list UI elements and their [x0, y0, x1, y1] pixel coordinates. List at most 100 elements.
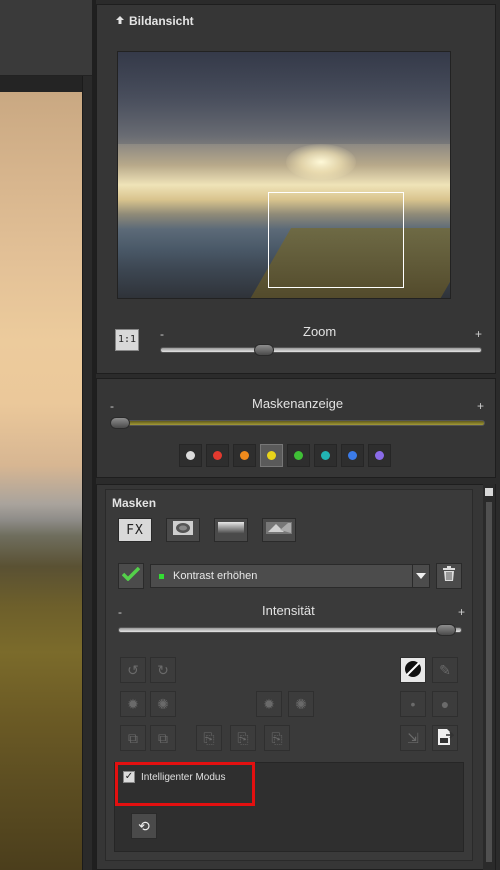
- mask-display-slider-thumb[interactable]: [110, 417, 130, 429]
- mask-color-white-button[interactable]: [179, 444, 202, 467]
- mask-display-minus: -: [110, 399, 114, 413]
- canvas-border: [82, 76, 92, 870]
- undo-button[interactable]: ↺: [120, 657, 146, 683]
- trash-icon: [441, 565, 457, 587]
- effect-select-dropdown[interactable]: [412, 564, 430, 588]
- preview-panel-title[interactable]: Bildansicht: [115, 14, 194, 28]
- scroll-thumb[interactable]: [486, 502, 492, 862]
- undo-icon: ↺: [127, 661, 139, 678]
- brush-icon: ✎: [439, 661, 451, 678]
- mask-display-slider-track[interactable]: [110, 420, 485, 426]
- brush-mask-button[interactable]: [262, 518, 296, 542]
- sun-soft-icon: ✺: [295, 695, 307, 712]
- mask-color-selector: [179, 444, 391, 468]
- thumbnail-sun: [286, 144, 356, 180]
- gradient-mask-icon: [218, 520, 244, 541]
- redo-button[interactable]: ↻: [150, 657, 176, 683]
- zoom-label: Zoom: [303, 324, 337, 339]
- mask-color-red-button[interactable]: [206, 444, 229, 467]
- mask-display-label: Maskenanzeige: [252, 396, 344, 411]
- brush-mask-icon: [266, 520, 292, 541]
- feather-increase-button[interactable]: ✺: [288, 691, 314, 717]
- invert-icon: [404, 660, 422, 681]
- highlight-frame: [115, 762, 255, 806]
- preview-panel: Bildansicht 1:1 - Zoom +: [96, 4, 496, 374]
- mask-load-button[interactable]: ⎘: [196, 725, 222, 751]
- sun-small-icon: ✹: [127, 695, 139, 712]
- mask-color-orange-button[interactable]: [233, 444, 256, 467]
- mask-color-green-button[interactable]: [287, 444, 310, 467]
- mask-color-teal-button[interactable]: [314, 444, 337, 467]
- zoom-slider-thumb[interactable]: [253, 344, 274, 356]
- radial-mask-icon: [172, 520, 194, 541]
- panel-scrollbar[interactable]: [483, 484, 495, 870]
- mask-import-button[interactable]: ⇲: [400, 725, 426, 751]
- feather-decrease-button[interactable]: ✹: [256, 691, 282, 717]
- brush-size-small-button[interactable]: •: [400, 691, 426, 717]
- mask-color-yellow-button[interactable]: [260, 444, 283, 467]
- zoom-1-to-1-button[interactable]: 1:1: [115, 329, 139, 351]
- mask-color-purple-button[interactable]: [368, 444, 391, 467]
- zoom-slider-track[interactable]: [160, 347, 482, 353]
- color-dot-icon: [240, 451, 249, 460]
- main-image-canvas[interactable]: [0, 92, 82, 870]
- brush-size-large-button[interactable]: ●: [432, 691, 458, 717]
- masks-title: Masken: [112, 496, 157, 510]
- preview-title-text: Bildansicht: [129, 14, 194, 28]
- copy-icon: ⧉: [128, 729, 138, 746]
- refresh-icon: ⟲: [138, 817, 150, 834]
- intensity-slider-thumb[interactable]: [435, 624, 456, 636]
- sun-dim-icon: ✹: [263, 695, 275, 712]
- mask-color-blue-button[interactable]: [341, 444, 364, 467]
- refresh-mask-button[interactable]: ⟲: [131, 813, 157, 839]
- invert-mask-button[interactable]: [400, 657, 426, 683]
- dot-large-icon: ●: [440, 696, 450, 712]
- save-mask-icon: ⎘: [237, 729, 249, 746]
- sun-large-icon: ✺: [157, 695, 169, 712]
- color-dot-icon: [213, 451, 222, 460]
- redo-icon: ↻: [157, 661, 169, 678]
- mask-copy-button[interactable]: ⧉: [120, 725, 146, 751]
- navigator-thumbnail[interactable]: [117, 51, 451, 299]
- color-dot-icon: [294, 451, 303, 460]
- intensity-label: Intensität: [262, 603, 315, 618]
- load-mask-icon: ⎘: [203, 729, 215, 746]
- brush-tool-button[interactable]: ✎: [432, 657, 458, 683]
- brightness-decrease-button[interactable]: ✹: [120, 691, 146, 717]
- effect-select-value: Kontrast erhöhen: [173, 570, 258, 582]
- mask-reset-button[interactable]: ⎘: [264, 725, 290, 751]
- paste-icon: ⧉: [158, 729, 168, 746]
- delete-mask-button[interactable]: [436, 563, 462, 589]
- color-dot-icon: [348, 451, 357, 460]
- intensity-plus: +: [458, 605, 466, 619]
- color-dot-icon: [267, 451, 276, 460]
- mask-save-button[interactable]: ⎘: [230, 725, 256, 751]
- collapse-arrow-icon[interactable]: [115, 14, 127, 28]
- intensity-slider-track[interactable]: [118, 627, 462, 633]
- gradient-mask-button[interactable]: [214, 518, 248, 542]
- zoom-plus: +: [475, 327, 483, 341]
- color-dot-icon: [186, 451, 195, 460]
- top-toolbar-area: [0, 0, 92, 76]
- effect-select[interactable]: Kontrast erhöhen: [150, 564, 414, 588]
- checkmark-icon: [121, 566, 141, 586]
- radial-mask-button[interactable]: [166, 518, 200, 542]
- fx-mask-button[interactable]: FX: [118, 518, 152, 542]
- zoom-minus: -: [160, 327, 164, 341]
- color-dot-icon: [375, 451, 384, 460]
- effect-active-indicator: [159, 574, 164, 579]
- mask-display-plus: +: [477, 399, 485, 413]
- scroll-up-arrow[interactable]: [485, 488, 493, 496]
- intensity-minus: -: [118, 605, 122, 619]
- import-icon: ⇲: [407, 729, 419, 746]
- reset-mask-icon: ⎘: [271, 729, 283, 746]
- mask-paste-button[interactable]: ⧉: [150, 725, 176, 751]
- dot-small-icon: •: [410, 696, 416, 712]
- mask-display-panel: - Maskenanzeige +: [96, 378, 496, 478]
- mask-export-button[interactable]: [432, 725, 458, 751]
- mask-enable-button[interactable]: [118, 563, 144, 589]
- thumbnail-clouds: [118, 52, 450, 144]
- viewport-rectangle[interactable]: [268, 192, 404, 288]
- brightness-increase-button[interactable]: ✺: [150, 691, 176, 717]
- chevron-down-icon: [416, 567, 426, 585]
